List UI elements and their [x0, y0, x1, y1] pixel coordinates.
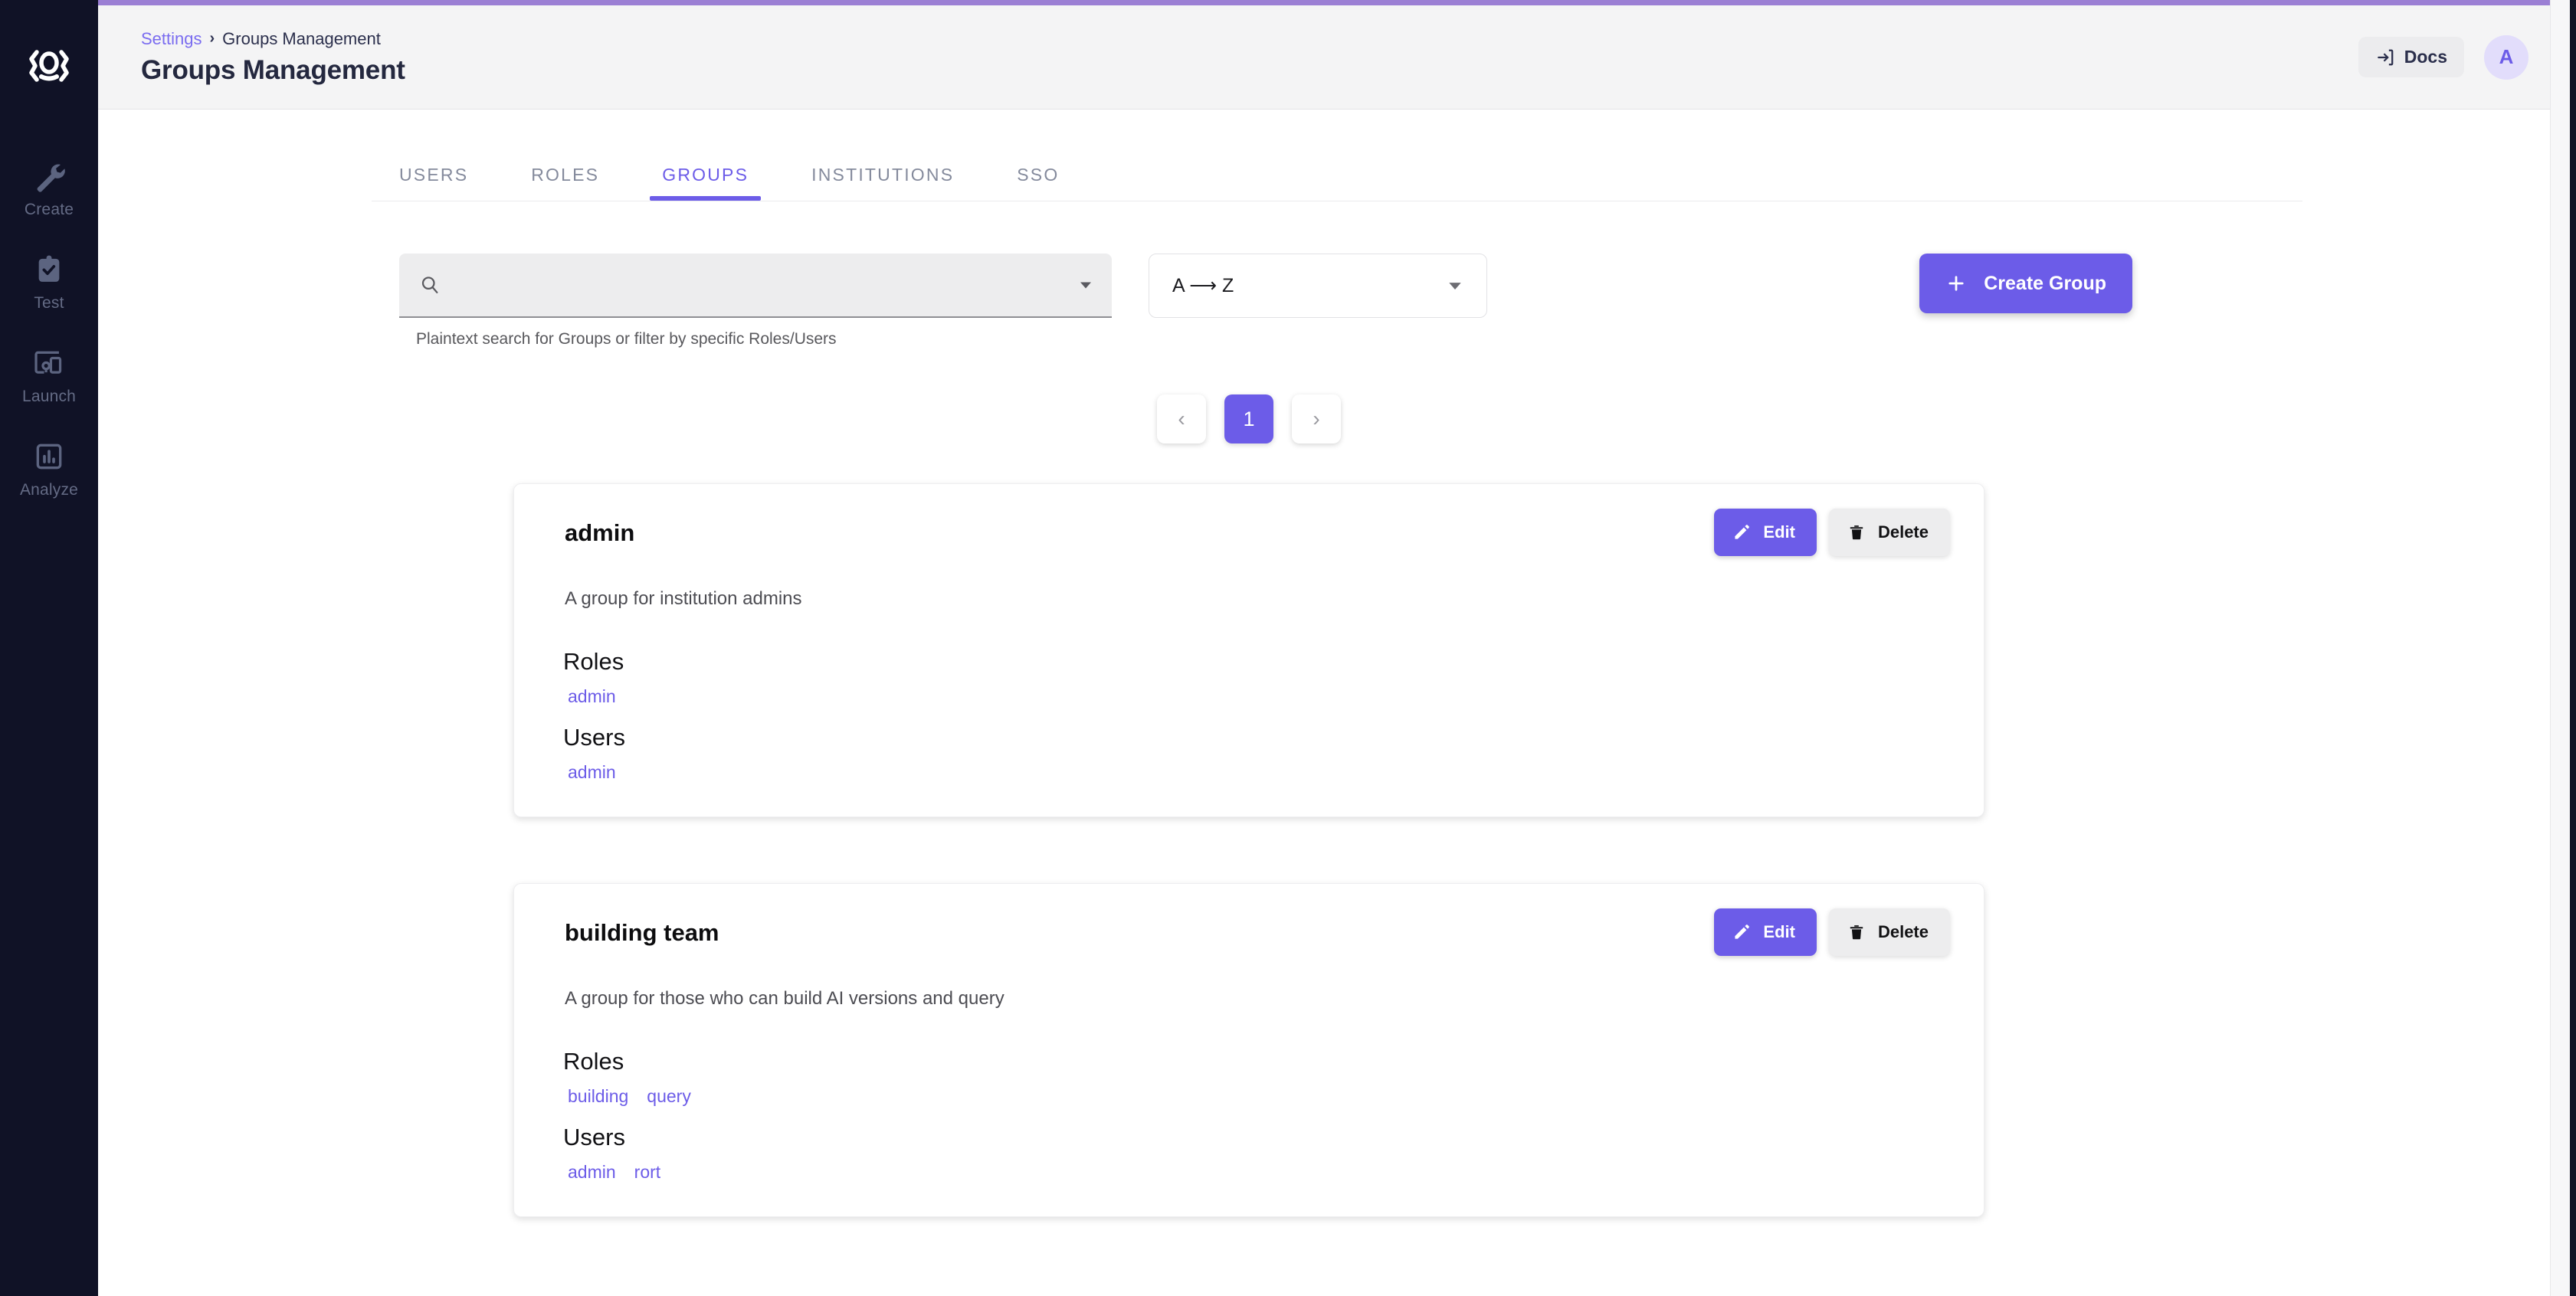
pagination-prev-button[interactable]: ‹: [1157, 394, 1206, 443]
search-column: Plaintext search for Groups or filter by…: [399, 254, 1112, 349]
pencil-icon: [1732, 523, 1751, 542]
user-chip[interactable]: admin: [568, 1162, 616, 1183]
group-roles-label: Roles: [563, 1048, 624, 1075]
sidebar-item-test[interactable]: Test: [0, 234, 98, 328]
top-accent-bar: [98, 0, 2576, 5]
trash-icon: [1847, 523, 1866, 542]
edit-group-button[interactable]: Edit: [1714, 908, 1817, 956]
sidebar-item-label: Test: [34, 294, 64, 312]
tab-institutions[interactable]: INSTITUTIONS: [811, 165, 954, 201]
group-roles-label: Roles: [563, 648, 624, 675]
group-card: admin Edit Delete A group for institutio…: [513, 483, 1984, 817]
breadcrumb-current: Groups Management: [222, 28, 381, 48]
avatar[interactable]: A: [2484, 34, 2528, 80]
delete-group-button-label: Delete: [1877, 522, 1929, 542]
header-right: Docs A: [2358, 34, 2533, 80]
sidebar-item-label: Launch: [21, 388, 77, 405]
caret-down-icon: [1447, 277, 1463, 294]
role-chip[interactable]: admin: [568, 686, 616, 707]
content-wrapper: USERS ROLES GROUPS INSTITUTIONS SSO Plai…: [372, 153, 2302, 1296]
search-icon: [419, 274, 441, 296]
search-input-area: [454, 274, 1078, 296]
group-card-header: building team Edit Delete: [540, 908, 1950, 956]
sidebar-item-launch[interactable]: Launch: [0, 328, 98, 421]
group-users-label: Users: [563, 724, 625, 751]
controls-row: Plaintext search for Groups or filter by…: [372, 254, 2302, 349]
tab-sso[interactable]: SSO: [1017, 165, 1059, 201]
bar-chart-box-icon: [32, 440, 66, 473]
avatar-initial: A: [2499, 45, 2514, 68]
pencil-icon: [1732, 923, 1751, 941]
group-users-list: admin rort: [540, 1162, 1950, 1183]
pagination-page-1-button[interactable]: 1: [1224, 394, 1273, 443]
sidebar-item-create[interactable]: Create: [0, 141, 98, 234]
group-name: building team: [565, 919, 719, 946]
delete-group-button[interactable]: Delete: [1828, 908, 1950, 956]
group-roles-list: building query: [540, 1086, 1950, 1107]
group-description: A group for institution admins: [565, 588, 802, 609]
role-chip[interactable]: query: [647, 1086, 691, 1107]
page-title: Groups Management: [141, 54, 405, 85]
deploy-window-icon: [32, 346, 66, 380]
edit-group-button-label: Edit: [1763, 922, 1795, 941]
user-chip[interactable]: rort: [634, 1162, 661, 1183]
brand-logo-icon[interactable]: [20, 37, 78, 95]
search-field[interactable]: [399, 254, 1112, 318]
group-users-list: admin: [540, 762, 1950, 783]
sidebar-item-analyze[interactable]: Analyze: [0, 421, 98, 515]
tab-groups[interactable]: GROUPS: [650, 165, 762, 201]
group-card-actions: Edit Delete: [1714, 908, 1950, 956]
tab-users[interactable]: USERS: [399, 165, 468, 201]
settings-tabs: USERS ROLES GROUPS INSTITUTIONS SSO: [372, 153, 2302, 201]
external-link-box-icon: [2375, 47, 2395, 67]
page-header: Settings › Groups Management Groups Mana…: [98, 5, 2576, 110]
create-group-button[interactable]: Create Group: [1919, 254, 2132, 313]
main-content: USERS ROLES GROUPS INSTITUTIONS SSO Plai…: [98, 110, 2576, 1296]
delete-group-button-label: Delete: [1877, 922, 1929, 941]
search-input[interactable]: [454, 274, 1078, 296]
sidebar-nav: Create Test Launch Analyze: [0, 141, 98, 515]
app-root: Create Test Launch Analyze Settings › Gr…: [0, 0, 2576, 1296]
groups-list: admin Edit Delete A group for institutio…: [195, 483, 2302, 1283]
chevron-right-icon: ›: [209, 30, 215, 47]
group-card: building team Edit Delete A group for th…: [513, 883, 1984, 1217]
plus-icon: [1945, 273, 1967, 294]
breadcrumb-settings-link[interactable]: Settings: [141, 29, 202, 49]
trash-icon: [1847, 923, 1866, 941]
pagination-top: ‹ 1 ›: [195, 394, 2302, 443]
group-card-actions: Edit Delete: [1714, 509, 1950, 556]
pagination-next-button[interactable]: ›: [1292, 394, 1341, 443]
window-right-edge: [2570, 0, 2576, 1296]
group-description: A group for those who can build AI versi…: [565, 988, 1005, 1009]
sort-select[interactable]: A ⟶ Z: [1149, 254, 1487, 318]
create-group-button-label: Create Group: [1984, 272, 2106, 294]
user-chip[interactable]: admin: [568, 762, 616, 783]
clipboard-check-icon: [32, 253, 66, 286]
edit-group-button-label: Edit: [1763, 522, 1795, 542]
search-helper-text: Plaintext search for Groups or filter by…: [416, 330, 837, 348]
sidebar-item-label: Analyze: [19, 481, 79, 499]
edit-group-button[interactable]: Edit: [1714, 509, 1817, 556]
group-card-header: admin Edit Delete: [540, 509, 1950, 556]
sort-select-value: A ⟶ Z: [1172, 275, 1234, 296]
docs-button-label: Docs: [2404, 47, 2447, 67]
caret-down-icon[interactable]: [1078, 277, 1093, 293]
role-chip[interactable]: building: [568, 1086, 628, 1107]
sidebar-item-label: Create: [24, 201, 74, 218]
tab-roles[interactable]: ROLES: [531, 165, 599, 201]
breadcrumb: Settings › Groups Management: [141, 29, 405, 49]
wrench-icon: [32, 159, 66, 193]
group-users-label: Users: [563, 1124, 625, 1150]
docs-button[interactable]: Docs: [2358, 37, 2464, 77]
delete-group-button[interactable]: Delete: [1828, 509, 1950, 556]
header-left: Settings › Groups Management Groups Mana…: [123, 29, 405, 86]
group-name: admin: [565, 519, 635, 546]
group-roles-list: admin: [540, 686, 1950, 707]
left-sidebar: Create Test Launch Analyze: [0, 0, 98, 1296]
